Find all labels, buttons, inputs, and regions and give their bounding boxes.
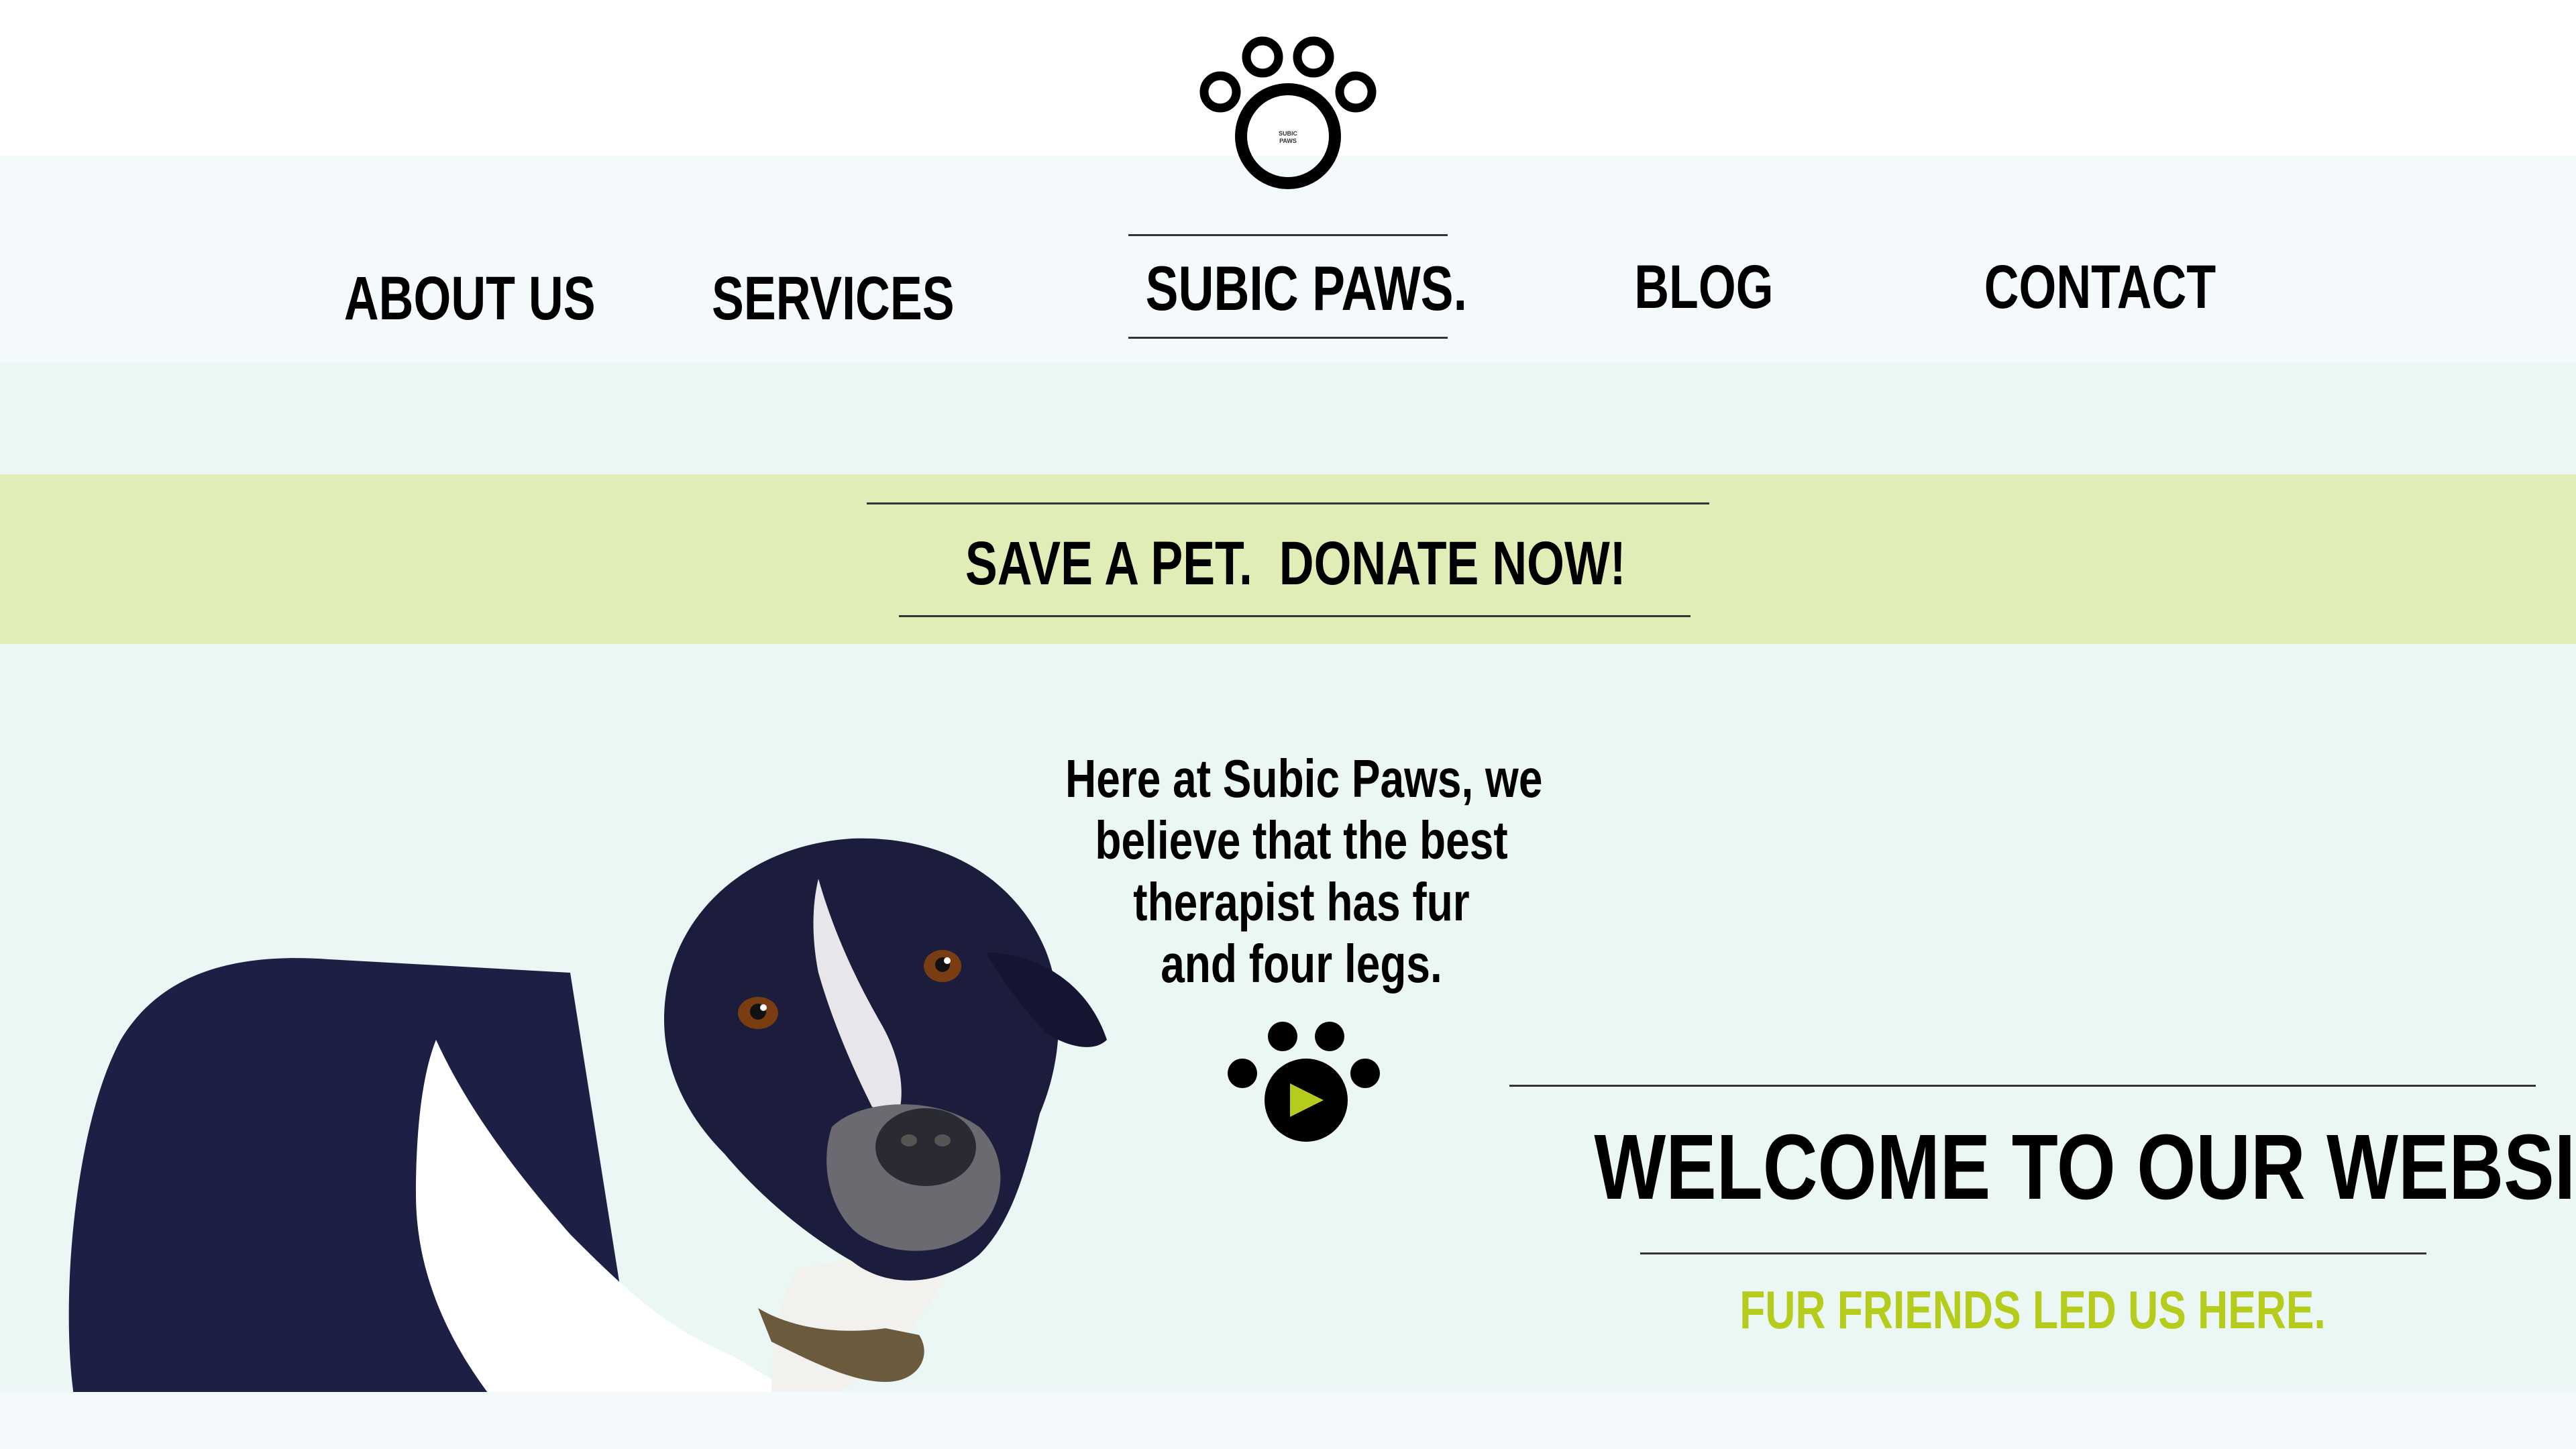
nav-services-label: SERVICES <box>711 264 955 333</box>
nav-about-us[interactable]: ABOUT US <box>309 265 610 332</box>
dog-photo <box>68 838 1107 1395</box>
brand-rule-bottom <box>1128 337 1448 339</box>
tagline-line-3: therapist has fur <box>1133 872 1470 932</box>
welcome-rule-top <box>1509 1085 2536 1087</box>
footer-strip <box>0 1392 2576 1449</box>
welcome-rule-bottom <box>1640 1252 2426 1254</box>
welcome-subtitle: FUR FRIENDS LED US HERE. <box>1610 1278 2455 1342</box>
welcome-subtitle-text: FUR FRIENDS LED US HERE. <box>1739 1280 2326 1340</box>
logo-text-line1: SUBIC <box>1279 130 1298 137</box>
paw-play-icon[interactable] <box>1228 1020 1382 1144</box>
nav-brand-label: SUBIC PAWS. <box>1145 253 1467 323</box>
paw-logo-icon[interactable]: SUBIC PAWS <box>1194 30 1382 191</box>
donate-button[interactable]: SAVE A PET. DONATE NOW! <box>872 530 1704 597</box>
nav-contact-label: CONTACT <box>1984 253 2216 321</box>
donate-rule-top <box>867 502 1709 504</box>
nav-contact[interactable]: CONTACT <box>1945 254 2254 321</box>
tagline-line-4: and four legs. <box>1161 934 1442 994</box>
nav-blog-label: BLOG <box>1634 253 1774 321</box>
nav-about-us-label: ABOUT US <box>343 264 596 333</box>
nav-services[interactable]: SERVICES <box>678 265 979 332</box>
donate-rule-bottom <box>899 615 1690 617</box>
hero-tagline: Here at Subic Paws, we believe that the … <box>1006 748 1597 995</box>
nav-home-brand[interactable]: SUBIC PAWS. <box>1100 255 1476 322</box>
donate-label: SAVE A PET. DONATE NOW! <box>965 529 1626 598</box>
welcome-title: WELCOME TO OUR WEBSITE <box>1476 1117 2576 1218</box>
brand-rule-top <box>1128 234 1448 236</box>
tagline-line-2: believe that the best <box>1095 810 1508 870</box>
tagline-line-1: Here at Subic Paws, we <box>1065 749 1543 808</box>
nav-blog[interactable]: BLOG <box>1570 254 1838 321</box>
welcome-title-text: WELCOME TO OUR WEBSITE <box>1594 1116 2576 1219</box>
logo-text-line2: PAWS <box>1279 138 1297 144</box>
